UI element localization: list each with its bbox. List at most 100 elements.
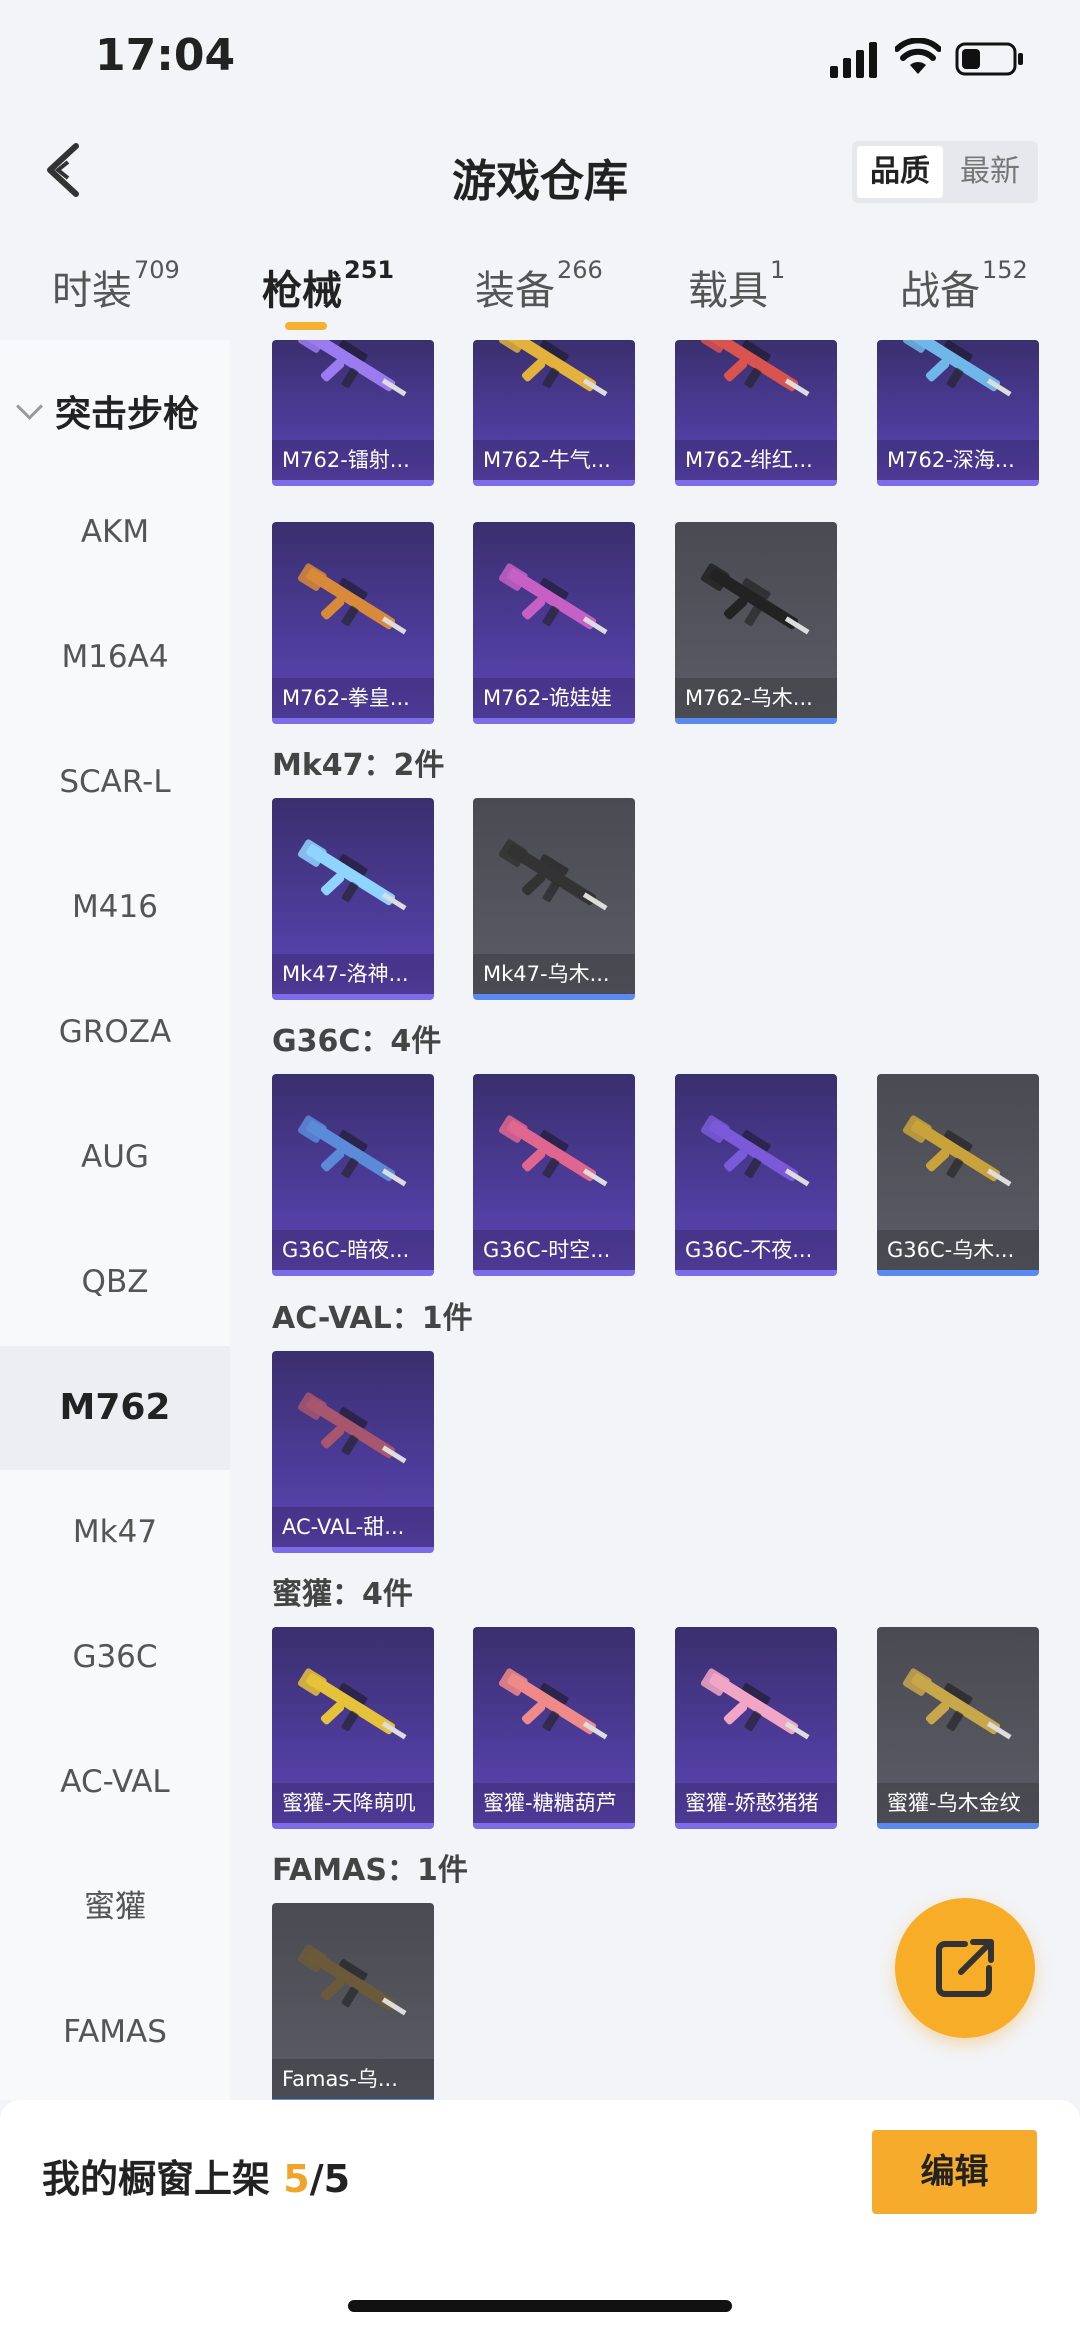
item-card[interactable]: 蜜獾-乌木金纹 — [877, 1627, 1039, 1829]
group-title-ac-val: AC-VAL：1件 — [272, 1301, 473, 1336]
wifi-icon — [895, 38, 941, 74]
tab-label: 载具 — [688, 268, 768, 314]
sidebar-item-g36c[interactable]: G36C — [0, 1627, 230, 1687]
tab-label: 战备 — [900, 268, 980, 314]
item-card-label: M762-乌木... — [675, 678, 837, 718]
sidebar-category-assault-rifle[interactable]: 突击步枪 — [16, 385, 200, 437]
sort-quality-button[interactable]: 品质 — [857, 146, 943, 198]
rifle-icon — [297, 839, 407, 911]
group-title-mk47: Mk47：2件 — [272, 748, 445, 783]
item-card[interactable]: M762-乌木... — [675, 522, 837, 724]
tab-count: 1 — [770, 256, 786, 284]
sidebar-item-famas[interactable]: FAMAS — [0, 2002, 230, 2062]
tab-count: 251 — [344, 256, 395, 284]
sidebar-item-mk47[interactable]: Mk47 — [0, 1502, 230, 1562]
sidebar-item-qbz[interactable]: QBZ — [0, 1252, 230, 1312]
item-card[interactable]: M762-绯红... — [675, 340, 837, 486]
tab-vehicles[interactable]: 载具1 — [688, 256, 786, 316]
item-card-label: 蜜獾-乌木金纹 — [877, 1783, 1039, 1823]
group-title-famas: FAMAS：1件 — [272, 1853, 468, 1888]
item-card[interactable]: M762-镭射... — [272, 340, 434, 486]
rifle-icon — [902, 340, 1012, 397]
tab-count: 709 — [134, 256, 180, 284]
sidebar-item-m416[interactable]: M416 — [0, 877, 230, 937]
item-card-label: AC-VAL-甜... — [272, 1507, 434, 1547]
item-card[interactable]: 蜜獾-娇憨猪猪 — [675, 1627, 837, 1829]
tab-supplies[interactable]: 战备152 — [900, 256, 1028, 316]
item-card-label: M762-深海... — [877, 440, 1039, 480]
item-card[interactable]: G36C-不夜... — [675, 1074, 837, 1276]
item-card[interactable]: 蜜獾-天降萌叽 — [272, 1627, 434, 1829]
item-card-label: M762-拳皇... — [272, 678, 434, 718]
tab-count: 266 — [557, 256, 603, 284]
chevron-down-icon — [16, 393, 43, 420]
rifle-icon — [498, 839, 608, 911]
item-card[interactable]: 蜜獾-糖糖葫芦 — [473, 1627, 635, 1829]
item-card-label: Famas-乌... — [272, 2059, 434, 2099]
item-card[interactable]: Famas-乌... — [272, 1903, 434, 2105]
item-card-label: M762-镭射... — [272, 440, 434, 480]
rifle-icon — [297, 1944, 407, 2016]
item-card-label: 蜜獾-天降萌叽 — [272, 1783, 434, 1823]
item-card[interactable]: M762-深海... — [877, 340, 1039, 486]
tab-fashion[interactable]: 时装709 — [52, 256, 180, 316]
sidebar-item-honey-badger[interactable]: 蜜獾 — [0, 1877, 230, 1937]
sidebar-item-akm[interactable]: AKM — [0, 502, 230, 562]
home-indicator — [348, 2300, 732, 2312]
shelf-status: 我的橱窗上架 5/5 — [42, 2148, 350, 2203]
item-card-label: Mk47-乌木... — [473, 954, 635, 994]
rifle-icon — [498, 563, 608, 635]
edit-button[interactable]: 编辑 — [872, 2130, 1037, 2214]
sidebar-item-ac-val[interactable]: AC-VAL — [0, 1752, 230, 1812]
share-fab-button[interactable] — [895, 1898, 1035, 2038]
rifle-icon — [902, 1668, 1012, 1740]
item-card-label: G36C-暗夜... — [272, 1230, 434, 1270]
sidebar — [0, 340, 230, 2100]
sidebar-item-scar-l[interactable]: SCAR-L — [0, 752, 230, 812]
rifle-icon — [498, 1668, 608, 1740]
item-card[interactable]: AC-VAL-甜... — [272, 1351, 434, 1553]
item-card[interactable]: G36C-暗夜... — [272, 1074, 434, 1276]
status-bar: 17:04 — [0, 0, 1080, 120]
item-card[interactable]: M762-诡娃娃 — [473, 522, 635, 724]
sort-newest-button[interactable]: 最新 — [947, 146, 1033, 198]
sidebar-item-groza[interactable]: GROZA — [0, 1002, 230, 1062]
sort-toggle: 品质 最新 — [852, 141, 1038, 203]
sidebar-item-aug[interactable]: AUG — [0, 1127, 230, 1187]
rifle-icon — [700, 1668, 810, 1740]
shelf-total: /5 — [309, 2157, 351, 2201]
item-card[interactable]: G36C-乌木... — [877, 1074, 1039, 1276]
item-card-label: M762-牛气... — [473, 440, 635, 480]
rifle-icon — [297, 1668, 407, 1740]
item-card-label: G36C-乌木... — [877, 1230, 1039, 1270]
status-time: 17:04 — [95, 30, 236, 81]
sidebar-item-m16a4[interactable]: M16A4 — [0, 627, 230, 687]
item-card[interactable]: Mk47-洛神... — [272, 798, 434, 1000]
group-title-honey-badger: 蜜獾：4件 — [272, 1577, 413, 1612]
item-card-label: 蜜獾-糖糖葫芦 — [473, 1783, 635, 1823]
rifle-icon — [297, 1392, 407, 1464]
rifle-icon — [902, 1115, 1012, 1187]
rifle-icon — [700, 340, 810, 397]
item-card[interactable]: Mk47-乌木... — [473, 798, 635, 1000]
item-card[interactable]: M762-拳皇... — [272, 522, 434, 724]
tab-equipment[interactable]: 装备266 — [475, 256, 603, 316]
share-external-icon — [936, 1939, 994, 1997]
shelf-used-count: 5 — [283, 2157, 310, 2201]
rifle-icon — [700, 1115, 810, 1187]
rifle-icon — [700, 563, 810, 635]
tab-guns[interactable]: 枪械251 — [262, 256, 395, 316]
sidebar-item-m762[interactable]: M762 — [0, 1346, 230, 1470]
rifle-icon — [498, 340, 608, 397]
rifle-icon — [297, 1115, 407, 1187]
tab-count: 152 — [982, 256, 1028, 284]
tab-label: 装备 — [475, 268, 555, 314]
rifle-icon — [297, 563, 407, 635]
tab-label: 枪械 — [262, 268, 342, 314]
tab-label: 时装 — [52, 268, 132, 314]
item-card[interactable]: M762-牛气... — [473, 340, 635, 486]
item-card-label: G36C-时空... — [473, 1230, 635, 1270]
item-card-label: G36C-不夜... — [675, 1230, 837, 1270]
category-label: 突击步枪 — [55, 394, 200, 435]
item-card[interactable]: G36C-时空... — [473, 1074, 635, 1276]
